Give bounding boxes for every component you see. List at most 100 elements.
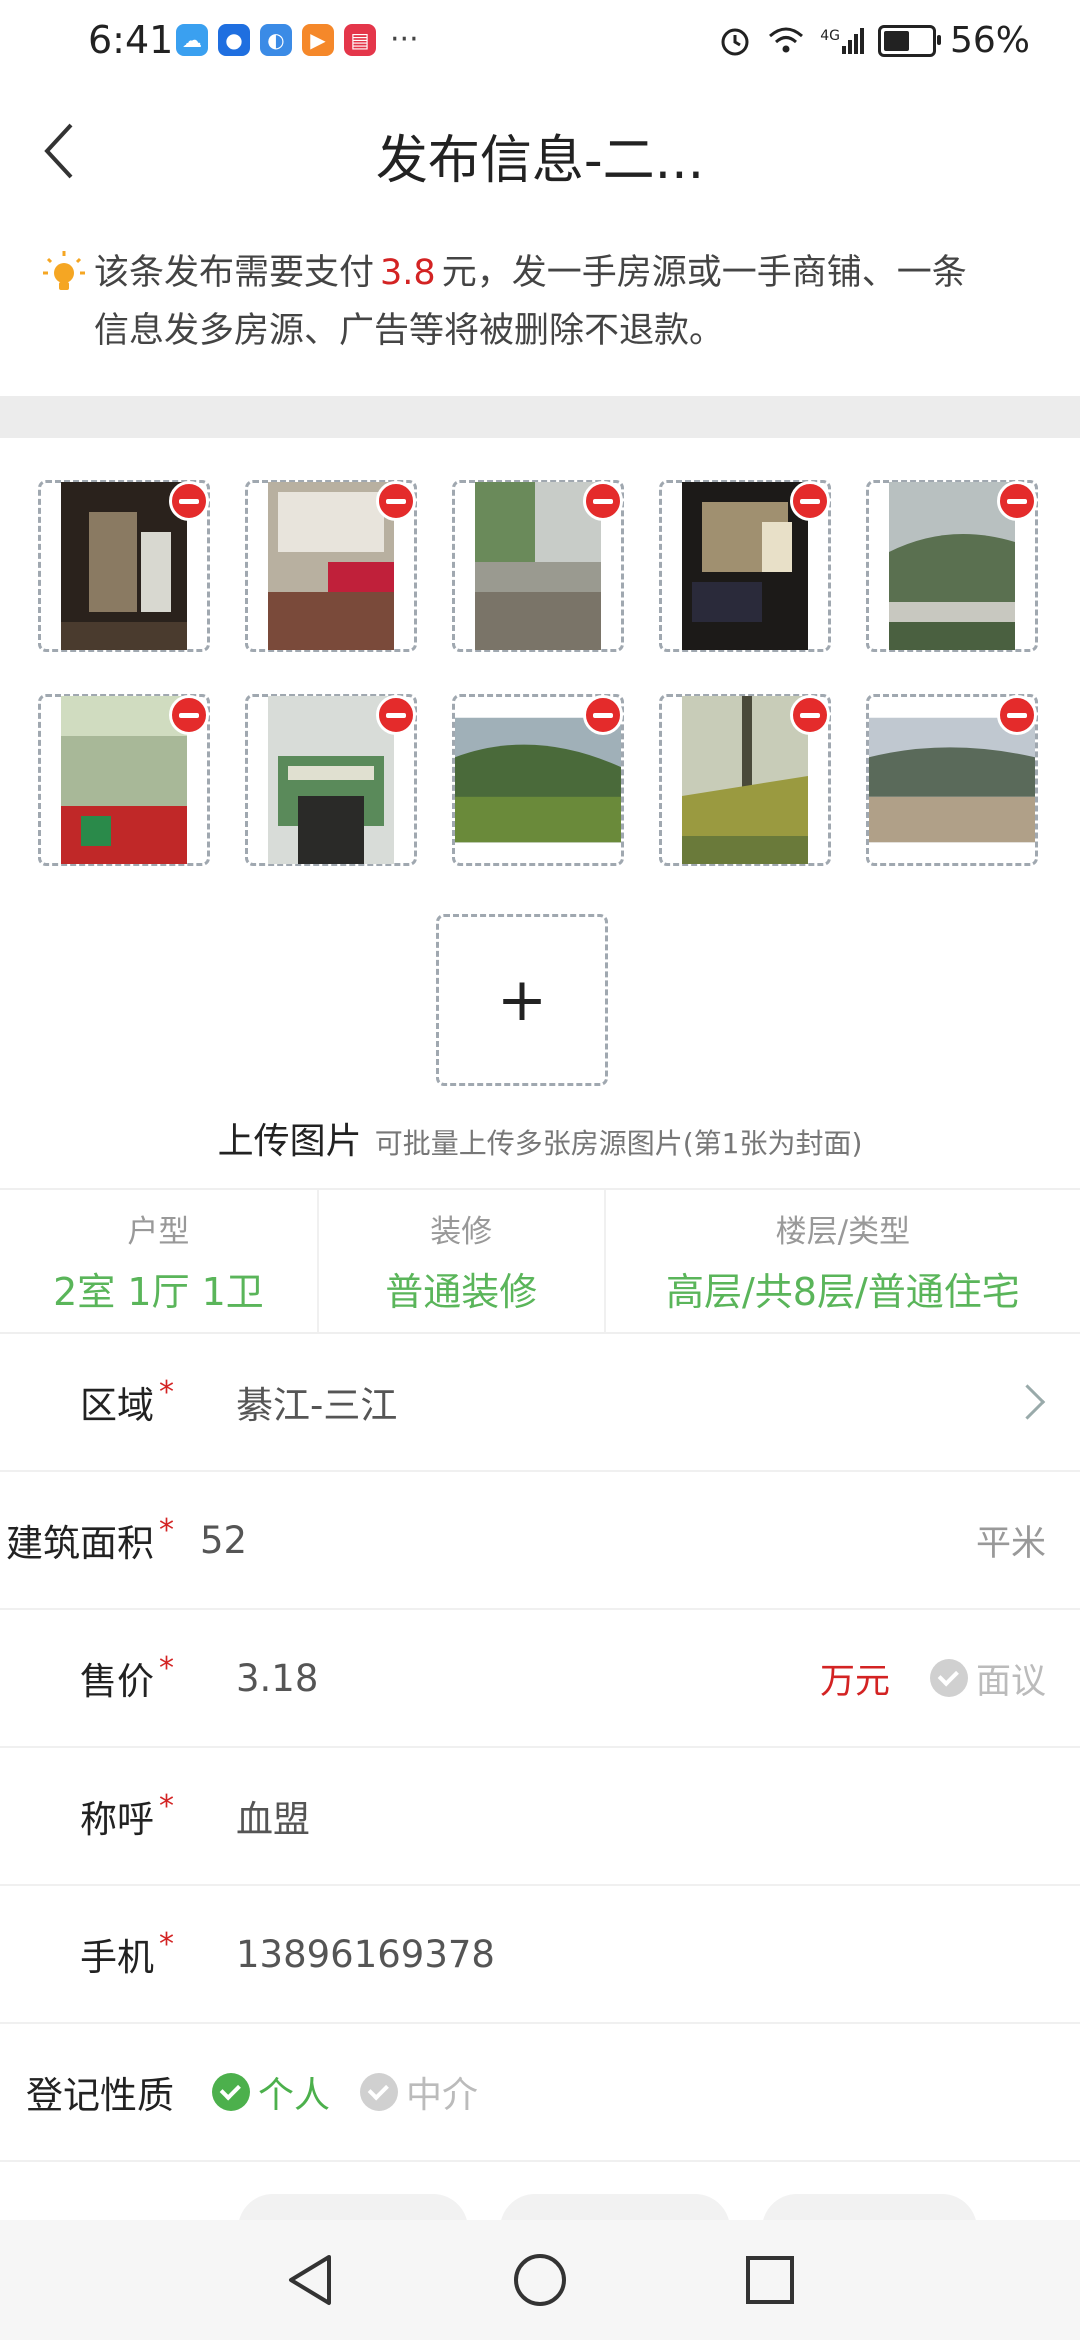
nav-recents-button[interactable] <box>740 2250 800 2310</box>
status-app-icons: ☁ ● ◐ ▶ ▤ ··· <box>176 22 419 57</box>
checkmark-icon <box>212 2073 250 2111</box>
nature-agent-option[interactable]: 中介 <box>360 2066 478 2118</box>
room-photo <box>61 482 187 650</box>
photo-thumbnail[interactable] <box>866 694 1038 866</box>
battery-percent: 56% <box>949 20 1030 61</box>
remove-photo-button[interactable] <box>583 481 623 521</box>
photo-thumbnail[interactable] <box>245 694 417 866</box>
bedroom-photo <box>268 482 394 650</box>
status-more-icon: ··· <box>390 22 419 57</box>
field-photo <box>455 717 621 843</box>
remove-photo-button[interactable] <box>790 481 830 521</box>
system-nav-bar <box>0 2220 1080 2340</box>
photo-thumbnail[interactable] <box>866 480 1038 652</box>
video-app-icon: ▶ <box>302 23 334 56</box>
payment-notice: 该条发布需要支付 3.8 元，发一手房源或一手商铺、一条 信息发多房源、广告等将… <box>40 244 1040 360</box>
entrance-photo <box>268 696 394 864</box>
summary-layout[interactable]: 户型 2室 1厅 1卫 <box>0 1190 317 1332</box>
photo-thumbnail[interactable] <box>659 480 831 652</box>
required-mark: * <box>159 1651 174 1686</box>
alarm-icon <box>721 28 749 55</box>
browser-app-icon: ◐ <box>260 23 292 56</box>
status-time: 6:41 <box>88 18 174 62</box>
property-summary: 户型 2室 1厅 1卫 装修 普通装修 楼层/类型 高层/共8层/普通住宅 <box>0 1190 1080 1332</box>
nature-personal-option[interactable]: 个人 <box>212 2066 330 2118</box>
remove-photo-button[interactable] <box>376 481 416 521</box>
river-photo <box>869 717 1035 843</box>
battery-icon <box>877 24 941 57</box>
region-value: 綦江-三江 <box>236 1384 398 1427</box>
building-photo <box>61 696 187 864</box>
status-right: 4G 56% <box>718 20 1030 61</box>
nature-row: 登记性质 个人 中介 <box>0 2024 1080 2162</box>
notice-suffix: 元，发一手房源或一手商铺、一条 <box>441 253 967 293</box>
remove-photo-button[interactable] <box>790 695 830 735</box>
triangle-back-icon <box>289 2255 331 2305</box>
required-mark: * <box>159 1927 174 1962</box>
photo-grid <box>38 480 1048 908</box>
summary-decoration[interactable]: 装修 普通装修 <box>316 1190 604 1332</box>
summary-label: 楼层/类型 <box>775 1214 911 1250</box>
section-separator <box>0 396 1080 438</box>
remove-photo-button[interactable] <box>169 481 209 521</box>
price-label: 售价 * <box>80 1651 174 1703</box>
summary-floor-type[interactable]: 楼层/类型 高层/共8层/普通住宅 <box>603 1190 1080 1332</box>
photo-thumbnail[interactable] <box>659 694 831 866</box>
photo-thumbnail[interactable] <box>38 480 210 652</box>
nav-back-button[interactable] <box>280 2250 340 2310</box>
name-input[interactable]: 血盟 <box>236 1789 310 1843</box>
remove-photo-button[interactable] <box>376 695 416 735</box>
photo-thumbnail[interactable] <box>452 694 624 866</box>
negotiable-toggle[interactable]: 面议 <box>929 1653 1046 1704</box>
remove-photo-button[interactable] <box>997 481 1037 521</box>
square-recents-icon <box>746 2256 794 2304</box>
upload-hint: 上传图片 可批量上传多张房源图片(第1张为封面) <box>0 1112 1080 1164</box>
nature-label: 登记性质 <box>26 2074 174 2117</box>
area-row: 建筑面积 * 52 平米 <box>0 1472 1080 1610</box>
checkmark-icon <box>360 2073 399 2111</box>
notice-line2: 信息发多房源、广告等将被删除不退款。 <box>94 311 725 351</box>
circle-home-icon <box>514 2254 566 2306</box>
remove-photo-button[interactable] <box>169 695 209 735</box>
nav-home-button[interactable] <box>510 2250 570 2310</box>
bulb-app-icon: ● <box>218 23 250 56</box>
lightbulb-icon <box>43 251 85 290</box>
header: 发布信息-二... <box>0 96 1080 206</box>
notice-prefix: 该条发布需要支付 <box>94 253 375 293</box>
nature-options: 个人 中介 <box>212 2066 478 2118</box>
price-row: 售价 * 3.18 万元 面议 <box>0 1610 1080 1748</box>
notice-price: 3.8 <box>380 253 436 293</box>
region-label: 区域 * <box>80 1375 174 1427</box>
book-app-icon: ▤ <box>344 23 376 56</box>
area-input[interactable]: 52 <box>200 1519 247 1562</box>
phone-label: 手机 * <box>80 1927 174 1979</box>
upload-subtitle: 可批量上传多张房源图片(第1张为封面) <box>374 1127 863 1160</box>
chevron-right-icon <box>1009 1384 1046 1420</box>
summary-label: 户型 <box>127 1214 190 1250</box>
photo-thumbnail[interactable] <box>38 694 210 866</box>
cell-signal-icon: 4G <box>820 27 864 54</box>
remove-photo-button[interactable] <box>583 695 623 735</box>
summary-value: 2室 1厅 1卫 <box>53 1270 264 1314</box>
area-unit: 平米 <box>975 1523 1046 1564</box>
weather-app-icon: ☁ <box>176 23 208 56</box>
upload-title: 上传图片 <box>217 1121 362 1162</box>
remove-photo-button[interactable] <box>997 695 1037 735</box>
region-row[interactable]: 区域 * 綦江-三江 <box>0 1334 1080 1472</box>
phone-row: 手机 * 13896169378 <box>0 1886 1080 2024</box>
summary-value: 高层/共8层/普通住宅 <box>665 1270 1020 1314</box>
price-input[interactable]: 3.18 <box>236 1657 318 1700</box>
negotiable-label: 面议 <box>975 1661 1046 1702</box>
phone-input[interactable]: 13896169378 <box>236 1933 495 1976</box>
summary-value: 普通装修 <box>385 1270 538 1314</box>
tree-photo <box>682 696 808 864</box>
area-label: 建筑面积 * <box>6 1513 174 1565</box>
living-room-photo <box>682 482 808 650</box>
name-row: 称呼 * 血盟 <box>0 1748 1080 1886</box>
add-photo-button[interactable]: + <box>436 914 608 1086</box>
photo-thumbnail[interactable] <box>245 480 417 652</box>
wifi-icon <box>769 27 804 52</box>
view-photo <box>889 482 1015 650</box>
summary-label: 装修 <box>430 1214 493 1250</box>
photo-thumbnail[interactable] <box>452 480 624 652</box>
